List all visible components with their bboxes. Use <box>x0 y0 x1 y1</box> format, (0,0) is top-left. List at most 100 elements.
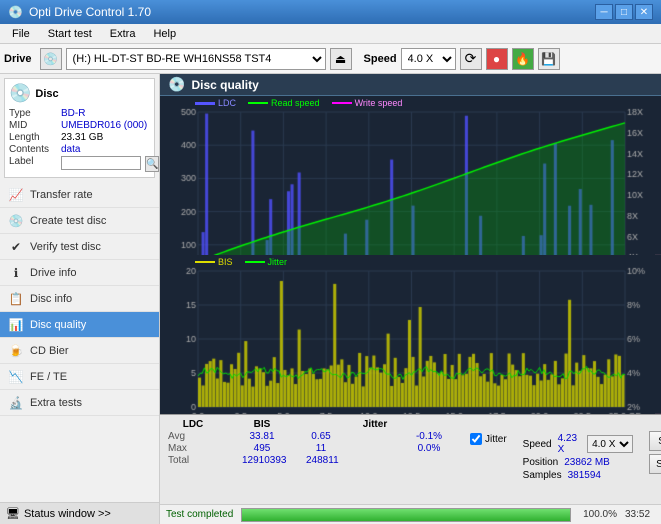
sidebar-item-verify-test-disc-label: Verify test disc <box>30 241 101 253</box>
burn-button[interactable]: 🔥 <box>512 48 534 70</box>
avg-bis: 0.65 <box>306 431 336 442</box>
sidebar-item-cd-bier[interactable]: 🍺 CD Bier <box>0 338 159 364</box>
disc-label-input[interactable] <box>61 156 141 170</box>
disc-label-row: Label 🔍 <box>9 156 150 172</box>
max-jitter: 0.0% <box>404 443 454 454</box>
start-full-button[interactable]: Start full <box>649 431 661 451</box>
disc-mid-row: MID UMEBDR016 (000) <box>9 120 150 131</box>
sidebar-item-disc-quality[interactable]: 📊 Disc quality <box>0 312 159 338</box>
disc-panel: 💿 Disc Type BD-R MID UMEBDR016 (000) Len… <box>4 78 155 178</box>
disc-type-value: BD-R <box>61 108 85 119</box>
progress-percent: 100.0% <box>579 509 617 520</box>
bottom-chart-legend: BIS Jitter <box>195 257 287 267</box>
refresh-button[interactable]: ⟳ <box>460 48 482 70</box>
sidebar-item-extra-tests[interactable]: 🔬 Extra tests <box>0 390 159 416</box>
sidebar-item-extra-tests-label: Extra tests <box>30 397 82 409</box>
status-window-button[interactable]: 🖥 Status window >> <box>0 502 159 524</box>
position-row: Position 23862 MB <box>523 457 633 468</box>
sidebar-item-disc-info-label: Disc info <box>30 293 72 305</box>
disc-mid-value: UMEBDR016 (000) <box>61 120 147 131</box>
max-bis: 11 <box>306 443 336 454</box>
speed-label: Speed <box>364 53 397 65</box>
samples-label: Samples <box>523 470 562 481</box>
bottom-chart-canvas <box>160 255 655 414</box>
maximize-button[interactable]: □ <box>615 4 633 20</box>
speed-row: Speed 4.23 X 4.0 X <box>523 433 633 455</box>
minimize-button[interactable]: ─ <box>595 4 613 20</box>
bis-header: BIS <box>242 419 282 430</box>
sidebar-item-disc-quality-label: Disc quality <box>30 319 86 331</box>
bottom-chart: BIS Jitter <box>160 255 661 414</box>
sidebar-item-drive-info-label: Drive info <box>30 267 76 279</box>
drive-bar: Drive 💿 (H:) HL-DT-ST BD-RE WH16NS58 TST… <box>0 44 661 74</box>
start-part-button[interactable]: Start part <box>649 454 661 474</box>
disc-quality-header-icon: 💿 <box>168 76 185 93</box>
close-button[interactable]: ✕ <box>635 4 653 20</box>
legend-bis: BIS <box>195 257 233 267</box>
menu-start-test[interactable]: Start test <box>40 27 100 41</box>
title-bar: 💿 Opti Drive Control 1.70 ─ □ ✕ <box>0 0 661 24</box>
drive-label: Drive <box>4 53 32 65</box>
disc-contents-value: data <box>61 144 80 155</box>
sidebar-item-disc-info[interactable]: 📋 Disc info <box>0 286 159 312</box>
total-ldc: 12910393 <box>242 455 282 466</box>
progress-bar-fill <box>242 509 570 521</box>
verify-test-disc-icon: ✔ <box>8 240 24 254</box>
disc-length-row: Length 23.31 GB <box>9 132 150 143</box>
sidebar-item-fe-te[interactable]: 📉 FE / TE <box>0 364 159 390</box>
top-chart: LDC Read speed Write speed <box>160 96 661 255</box>
ldc-header: LDC <box>168 419 218 430</box>
sidebar-item-create-test-disc[interactable]: 💿 Create test disc <box>0 208 159 234</box>
progress-bar-background <box>241 508 571 522</box>
sidebar-item-transfer-rate-label: Transfer rate <box>30 189 93 201</box>
disc-quality-icon: 📊 <box>8 318 24 332</box>
save-button[interactable]: 💾 <box>538 48 560 70</box>
sidebar-item-create-test-disc-label: Create test disc <box>30 215 106 227</box>
samples-row: Samples 381594 <box>523 470 633 481</box>
jitter-header: Jitter <box>350 419 400 430</box>
menu-file[interactable]: File <box>4 27 38 41</box>
jitter-checkbox[interactable] <box>470 433 482 445</box>
jitter-checkbox-row: Jitter <box>470 433 507 445</box>
title-bar-left: 💿 Opti Drive Control 1.70 <box>8 5 151 19</box>
menu-bar: File Start test Extra Help <box>0 24 661 44</box>
total-label: Total <box>168 455 218 466</box>
create-test-disc-icon: 💿 <box>8 214 24 228</box>
sidebar-item-transfer-rate[interactable]: 📈 Transfer rate <box>0 182 159 208</box>
menu-extra[interactable]: Extra <box>102 27 144 41</box>
jitter-checkbox-label: Jitter <box>485 434 507 445</box>
sidebar-item-verify-test-disc[interactable]: ✔ Verify test disc <box>0 234 159 260</box>
extra-tests-icon: 🔬 <box>8 396 24 410</box>
disc-quality-title: Disc quality <box>191 78 258 92</box>
menu-help[interactable]: Help <box>145 27 184 41</box>
disc-contents-label: Contents <box>9 144 57 155</box>
speed-select[interactable]: 4.0 X <box>587 435 633 453</box>
disc-panel-icon: 💿 <box>9 83 31 104</box>
drive-icon: 💿 <box>40 48 62 70</box>
eject-button[interactable]: ⏏ <box>330 48 352 70</box>
main-content: 💿 Disc Type BD-R MID UMEBDR016 (000) Len… <box>0 74 661 524</box>
disc-length-value: 23.31 GB <box>61 132 103 143</box>
disc-label-label: Label <box>9 156 57 172</box>
disc-type-row: Type BD-R <box>9 108 150 119</box>
drive-info-icon: ℹ <box>8 266 24 280</box>
sidebar-item-drive-info[interactable]: ℹ Drive info <box>0 260 159 286</box>
app-title: Opti Drive Control 1.70 <box>29 5 151 19</box>
settings-button[interactable]: ● <box>486 48 508 70</box>
disc-label-button[interactable]: 🔍 <box>145 156 159 172</box>
avg-jitter: -0.1% <box>404 431 454 442</box>
status-window-label: Status window >> <box>24 508 111 520</box>
stats-bar: LDC BIS Jitter Avg 33.81 0.65 -0.1% Max <box>160 414 661 504</box>
disc-mid-label: MID <box>9 120 57 131</box>
drive-select[interactable]: (H:) HL-DT-ST BD-RE WH16NS58 TST4 <box>66 48 326 70</box>
nav-items: 📈 Transfer rate 💿 Create test disc ✔ Ver… <box>0 182 159 502</box>
avg-label: Avg <box>168 431 218 442</box>
max-ldc: 495 <box>242 443 282 454</box>
disc-info-icon: 📋 <box>8 292 24 306</box>
samples-value: 381594 <box>568 470 601 481</box>
speed-select[interactable]: 4.0 X Max 2.0 X 1.0 X <box>401 48 456 70</box>
charts-area: LDC Read speed Write speed <box>160 96 661 414</box>
legend-ldc: LDC <box>195 98 236 108</box>
sidebar-item-fe-te-label: FE / TE <box>30 371 67 383</box>
progress-area: Test completed 100.0% 33:52 <box>160 504 661 524</box>
